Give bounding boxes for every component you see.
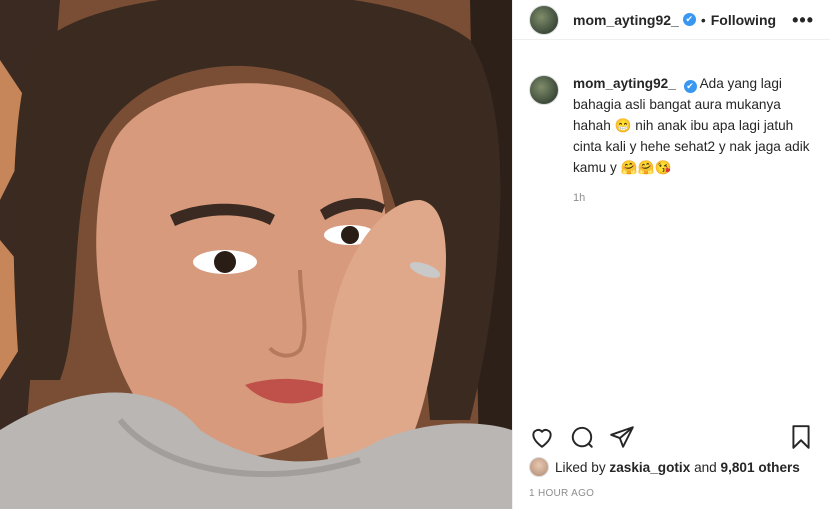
liker-avatar[interactable] xyxy=(529,457,549,477)
post-photo[interactable] xyxy=(0,0,512,509)
post-header: mom_ayting92_ ✔ • Following ••• xyxy=(513,0,830,40)
following-button[interactable]: Following xyxy=(711,12,776,28)
heart-icon[interactable] xyxy=(529,424,555,450)
post-timestamp[interactable]: 1 HOUR AGO xyxy=(529,488,594,499)
likes-prefix: Liked by xyxy=(555,459,606,475)
verified-icon: ✔ xyxy=(683,80,697,93)
verified-icon: ✔ xyxy=(682,13,696,26)
likes-and: and xyxy=(694,459,717,475)
avatar[interactable] xyxy=(529,4,559,35)
action-bar xyxy=(529,424,814,450)
likes-summary: Liked by zaskia_gotix and 9,801 others xyxy=(529,457,800,477)
post-side-panel: mom_ayting92_ ✔ • Following ••• mom_ayti… xyxy=(512,0,830,509)
liker-username[interactable]: zaskia_gotix xyxy=(609,460,690,475)
share-icon[interactable] xyxy=(609,424,635,450)
caption: mom_ayting92_ ✔ Ada yang lagi bahagia as… xyxy=(513,40,830,209)
header-username[interactable]: mom_ayting92_ xyxy=(573,12,679,28)
caption-body: mom_ayting92_ ✔ Ada yang lagi bahagia as… xyxy=(573,73,814,209)
bookmark-icon[interactable] xyxy=(788,424,814,450)
selfie-image xyxy=(0,0,512,509)
comment-icon[interactable] xyxy=(569,424,595,450)
likes-count[interactable]: 9,801 others xyxy=(721,460,800,475)
separator-dot: • xyxy=(700,11,706,28)
more-icon[interactable]: ••• xyxy=(792,11,814,29)
caption-username[interactable]: mom_ayting92_ xyxy=(573,76,676,91)
caption-avatar[interactable] xyxy=(529,75,559,105)
caption-time[interactable]: 1h xyxy=(573,188,814,209)
